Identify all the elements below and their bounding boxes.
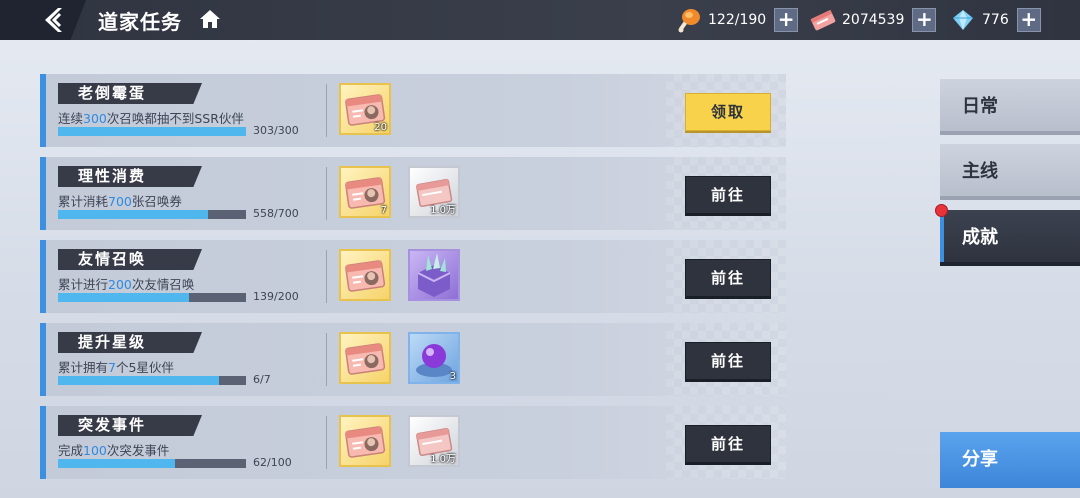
desc-prefix: 累计消耗 <box>58 194 109 209</box>
row-divider <box>326 167 327 220</box>
reward-item[interactable] <box>339 249 391 301</box>
reward-item[interactable]: 1.0万 <box>408 415 460 467</box>
quest-row: 友情召唤 累计进行200次友情召唤 139/200 前往 <box>40 240 786 313</box>
back-icon <box>45 8 62 32</box>
quest-row: 理性消费 累计消耗700张召唤券 558/700 7 1.0万 前往 <box>40 157 786 230</box>
summon-ticket-icon <box>345 343 386 375</box>
progress-text: 139/200 <box>253 290 299 303</box>
top-bar: 道家任务 122/190 + 2074539 + 776 + <box>0 0 1080 40</box>
quest-title: 老倒霉蛋 <box>58 83 202 104</box>
share-button[interactable]: 分享 <box>940 432 1080 488</box>
reward-count: 20 <box>374 122 387 133</box>
reward-item[interactable] <box>339 332 391 384</box>
quest-description: 累计拥有7个5星伙伴 <box>58 357 174 376</box>
add-ticket-button[interactable]: + <box>912 8 937 32</box>
reward-count: 1.0万 <box>430 454 456 465</box>
stamina-resource: 122/190 + <box>676 6 799 34</box>
quest-description: 累计消耗700张召唤券 <box>58 191 182 210</box>
goto-button[interactable]: 前往 <box>685 425 771 463</box>
goto-button[interactable]: 前往 <box>685 342 771 380</box>
crystal-box-icon <box>417 253 451 297</box>
row-divider <box>326 84 327 137</box>
desc-prefix: 累计进行 <box>58 277 109 292</box>
add-stamina-button[interactable]: + <box>774 8 799 32</box>
reward-count: 7 <box>380 205 387 216</box>
quest-row: 突发事件 完成100次突发事件 62/100 1.0万 前往 <box>40 406 786 479</box>
progress-text: 303/300 <box>253 124 299 137</box>
quest-title: 友情召唤 <box>58 249 202 270</box>
progress-fill <box>58 210 208 219</box>
desc-suffix: 次突发事件 <box>106 443 170 458</box>
progress-fill <box>58 293 189 302</box>
desc-suffix: 次友情召唤 <box>131 277 195 292</box>
quest-title: 突发事件 <box>58 415 202 436</box>
page-title: 道家任务 <box>98 10 182 34</box>
claim-button[interactable]: 领取 <box>685 93 771 131</box>
desc-prefix: 累计拥有 <box>58 360 109 375</box>
desc-number: 700 <box>108 194 132 209</box>
ticket-value: 2074539 <box>842 12 905 28</box>
progress-bar <box>58 210 246 219</box>
reward-item[interactable] <box>339 415 391 467</box>
desc-number: 100 <box>83 443 107 458</box>
quest-title: 理性消费 <box>58 166 202 187</box>
tab-main[interactable]: 主线 <box>940 144 1080 200</box>
summon-ticket-icon <box>345 426 386 458</box>
reward-count: 3 <box>449 371 456 382</box>
drumstick-icon <box>678 9 700 33</box>
progress-bar <box>58 293 246 302</box>
row-divider <box>326 416 327 469</box>
reward-item[interactable]: 1.0万 <box>408 166 460 218</box>
row-divider <box>326 333 327 386</box>
tab-daily[interactable]: 日常 <box>940 79 1080 135</box>
reward-item[interactable]: 3 <box>408 332 460 384</box>
desc-suffix: 次召唤都抽不到SSR伙伴 <box>106 111 244 126</box>
quest-title: 提升星级 <box>58 332 202 353</box>
quest-description: 完成100次突发事件 <box>58 440 169 459</box>
reward-item[interactable]: 20 <box>339 83 391 135</box>
add-diamond-button[interactable]: + <box>1016 8 1041 32</box>
diamond-resource: 776 + <box>950 6 1041 34</box>
progress-fill <box>58 127 246 136</box>
progress-bar <box>58 376 246 385</box>
desc-suffix: 张召唤券 <box>131 194 182 209</box>
goto-button[interactable]: 前往 <box>685 259 771 297</box>
diamond-icon <box>953 10 973 30</box>
quest-description: 累计进行200次友情召唤 <box>58 274 194 293</box>
quest-row: 提升星级 累计拥有7个5星伙伴 6/7 3 前往 <box>40 323 786 396</box>
notification-dot <box>935 204 948 217</box>
stamina-value: 122/190 <box>708 12 767 28</box>
desc-number: 7 <box>108 360 116 375</box>
desc-number: 200 <box>108 277 132 292</box>
tab-achievement[interactable]: 成就 <box>940 210 1080 266</box>
progress-fill <box>58 376 220 385</box>
desc-number: 300 <box>83 111 107 126</box>
desc-suffix: 个5星伙伴 <box>115 360 174 375</box>
progress-text: 62/100 <box>253 456 292 469</box>
desc-prefix: 连续 <box>58 111 84 126</box>
progress-fill <box>58 459 175 468</box>
home-icon[interactable] <box>199 9 221 29</box>
progress-bar <box>58 459 246 468</box>
row-divider <box>326 250 327 303</box>
summon-ticket-icon <box>345 260 386 292</box>
ticket-icon <box>810 9 836 31</box>
desc-prefix: 完成 <box>58 443 84 458</box>
progress-text: 6/7 <box>253 373 271 386</box>
diamond-value: 776 <box>982 12 1009 28</box>
progress-text: 558/700 <box>253 207 299 220</box>
reward-item[interactable]: 7 <box>339 166 391 218</box>
back-button[interactable] <box>0 0 86 40</box>
ticket-resource: 2074539 + <box>810 6 937 34</box>
reward-item[interactable] <box>408 249 460 301</box>
quest-row: 老倒霉蛋 连续300次召唤都抽不到SSR伙伴 303/300 20 领取 <box>40 74 786 147</box>
reward-count: 1.0万 <box>430 205 456 216</box>
goto-button[interactable]: 前往 <box>685 176 771 214</box>
progress-bar <box>58 127 246 136</box>
quest-description: 连续300次召唤都抽不到SSR伙伴 <box>58 108 244 127</box>
